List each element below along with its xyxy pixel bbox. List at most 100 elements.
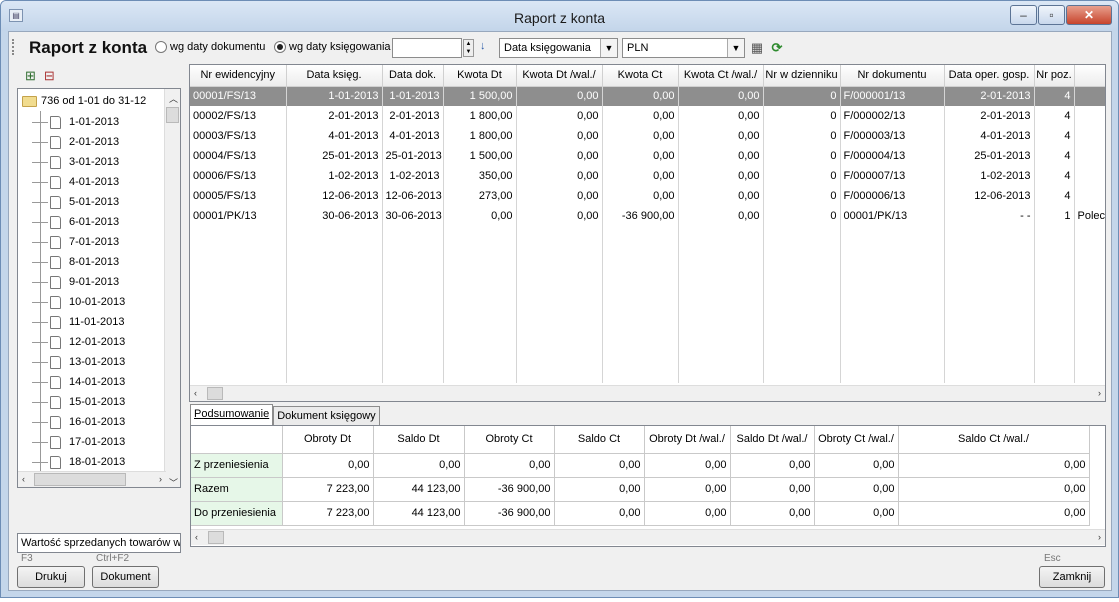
grid-cell[interactable]: 00003/FS/13 bbox=[190, 126, 287, 146]
table-row[interactable]: 00004/FS/13 25-01-2013 25-01-2013 1 500,00 0… bbox=[190, 146, 1105, 166]
grid-cell[interactable]: 12-06-2013 bbox=[944, 186, 1035, 206]
table-row[interactable]: 00003/FS/13 4-01-2013 4-01-2013 1 800,00 0,0… bbox=[190, 126, 1105, 146]
grid-cell[interactable]: 1 800,00 bbox=[443, 126, 517, 146]
tree-item[interactable]: 10-01-2013 bbox=[32, 292, 125, 312]
grid-cell[interactable]: 4 bbox=[1034, 146, 1075, 166]
grid-cell[interactable]: 0,00 bbox=[602, 186, 679, 206]
grid-cell[interactable]: 00005/FS/13 bbox=[190, 186, 287, 206]
grid-cell[interactable]: 0,00 bbox=[678, 86, 764, 106]
grid-cell[interactable]: 1-02-2013 bbox=[382, 166, 444, 186]
grid-cell[interactable]: 1-01-2013 bbox=[382, 86, 444, 106]
grid-cell[interactable]: 0,00 bbox=[678, 106, 764, 126]
tree-item[interactable]: 11-01-2013 bbox=[32, 312, 124, 332]
grid-cell[interactable] bbox=[1074, 126, 1105, 146]
grid-cell[interactable]: 0,00 bbox=[678, 206, 764, 226]
grid-column-header[interactable]: Data oper. gosp. bbox=[944, 65, 1035, 87]
grid-cell[interactable]: 4 bbox=[1034, 126, 1075, 146]
grid-cell[interactable]: 25-01-2013 bbox=[944, 146, 1035, 166]
table-row[interactable]: 00001/PK/13 30-06-2013 30-06-2013 0,00 0,00-… bbox=[190, 206, 1105, 226]
grid-cell[interactable]: F/000006/13 bbox=[840, 186, 945, 206]
grid-cell[interactable]: 0,00 bbox=[602, 146, 679, 166]
grid-cell[interactable]: 0,00 bbox=[602, 86, 679, 106]
currency-select[interactable]: PLN ▼ bbox=[622, 38, 745, 58]
grid-cell[interactable]: 4 bbox=[1034, 86, 1075, 106]
scroll-right-icon[interactable]: › bbox=[159, 474, 162, 484]
grid-cell[interactable]: 30-06-2013 bbox=[382, 206, 444, 226]
grid-column-header[interactable]: Nr poz. bbox=[1034, 65, 1075, 87]
grid-cell[interactable]: 0,00 bbox=[516, 106, 603, 126]
date-input[interactable] bbox=[392, 38, 462, 58]
grid-cell[interactable]: 4-01-2013 bbox=[286, 126, 383, 146]
tab-summary[interactable]: Podsumowanie bbox=[190, 404, 274, 426]
grid-cell[interactable]: 12-06-2013 bbox=[382, 186, 444, 206]
grid-cell[interactable]: 2-01-2013 bbox=[382, 106, 444, 126]
scroll-right-icon[interactable]: › bbox=[1098, 388, 1101, 398]
tree-vertical-scrollbar[interactable]: ︿ ﹀ bbox=[164, 89, 180, 487]
grid-cell[interactable]: 0,00 bbox=[516, 166, 603, 186]
scroll-left-icon[interactable]: ‹ bbox=[194, 388, 197, 398]
grid-cell[interactable]: 0 bbox=[763, 126, 841, 146]
close-button[interactable]: ✕ bbox=[1066, 5, 1112, 25]
grid-cell[interactable]: 0,00 bbox=[678, 126, 764, 146]
grid-cell[interactable]: 1 500,00 bbox=[443, 86, 517, 106]
grid-cell[interactable]: 0 bbox=[763, 206, 841, 226]
grid-cell[interactable]: 0 bbox=[763, 186, 841, 206]
tree-item[interactable]: 8-01-2013 bbox=[32, 252, 119, 272]
sort-icon[interactable]: ↓ bbox=[480, 40, 486, 52]
grid-cell[interactable]: 0,00 bbox=[602, 126, 679, 146]
refresh-icon[interactable]: ⟳ bbox=[769, 41, 785, 55]
tree-item[interactable]: 9-01-2013 bbox=[32, 272, 119, 292]
grid-cell[interactable]: 0 bbox=[763, 146, 841, 166]
table-row[interactable]: 00006/FS/13 1-02-2013 1-02-2013 350,00 0,00 0… bbox=[190, 166, 1105, 186]
grid-cell[interactable]: Polecen bbox=[1074, 206, 1105, 226]
grid-cell[interactable]: 1-02-2013 bbox=[286, 166, 383, 186]
tree-item[interactable]: 12-01-2013 bbox=[32, 332, 125, 352]
radio-circle[interactable] bbox=[155, 41, 167, 53]
tree-item[interactable]: 6-01-2013 bbox=[32, 212, 119, 232]
tree-item[interactable]: 2-01-2013 bbox=[32, 132, 119, 152]
tree-item[interactable]: 1-01-2013 bbox=[32, 112, 119, 132]
grid-cell[interactable]: 00002/FS/13 bbox=[190, 106, 287, 126]
grid-cell[interactable]: 350,00 bbox=[443, 166, 517, 186]
expand-tree-icon[interactable]: ⊞ bbox=[25, 68, 36, 84]
grid-cell[interactable]: 1 500,00 bbox=[443, 146, 517, 166]
grid-cell[interactable]: 00006/FS/13 bbox=[190, 166, 287, 186]
grid-cell[interactable]: 4 bbox=[1034, 166, 1075, 186]
grid-cell[interactable] bbox=[1074, 166, 1105, 186]
account-tree[interactable]: 736 od 1-01 do 31-12 1-01-2013 2-01-2013 3… bbox=[17, 88, 181, 488]
grid-cell[interactable]: 0 bbox=[763, 166, 841, 186]
grid-column-header[interactable]: Kwota Ct /wal./ bbox=[678, 65, 764, 87]
scroll-thumb[interactable] bbox=[207, 387, 223, 400]
grid-cell[interactable]: 273,00 bbox=[443, 186, 517, 206]
tree-item[interactable]: 14-01-2013 bbox=[32, 372, 125, 392]
grid-cell[interactable]: F/000003/13 bbox=[840, 126, 945, 146]
tree-item[interactable]: 13-01-2013 bbox=[32, 352, 125, 372]
grid-horizontal-scrollbar[interactable]: ‹ › bbox=[190, 385, 1105, 401]
table-row[interactable]: 00005/FS/13 12-06-2013 12-06-2013 273,00 0,0… bbox=[190, 186, 1105, 206]
grid-cell[interactable]: 4 bbox=[1034, 106, 1075, 126]
title-bar[interactable]: ▤ Raport z konta ‒ ▫ ✕ bbox=[1, 1, 1118, 31]
grid-cell[interactable]: 0,00 bbox=[516, 126, 603, 146]
tree-item[interactable]: 3-01-2013 bbox=[32, 152, 119, 172]
grid-cell[interactable]: 00001/PK/13 bbox=[840, 206, 945, 226]
entries-grid[interactable]: Nr ewidencyjny Data księg. Data dok. Kwota … bbox=[189, 64, 1106, 402]
grid-cell[interactable]: 00001/PK/13 bbox=[190, 206, 287, 226]
toolbar-grip[interactable] bbox=[12, 39, 15, 55]
grid-column-header[interactable]: Nr w dzienniku bbox=[763, 65, 841, 87]
date-spinner[interactable]: ▲ ▼ bbox=[463, 39, 474, 57]
chevron-down-icon[interactable]: ▼ bbox=[727, 39, 744, 57]
grid-cell[interactable]: 0,00 bbox=[602, 166, 679, 186]
grid-cell[interactable]: - - bbox=[944, 206, 1035, 226]
minimize-button[interactable]: ‒ bbox=[1010, 5, 1037, 25]
tree-root[interactable]: 736 od 1-01 do 31-12 bbox=[22, 92, 146, 110]
grid-cell[interactable]: 4-01-2013 bbox=[382, 126, 444, 146]
grid-column-header[interactable]: Kwota Ct bbox=[602, 65, 679, 87]
table-row[interactable]: 00002/FS/13 2-01-2013 2-01-2013 1 800,00 0,0… bbox=[190, 106, 1105, 126]
grid-cell[interactable]: 0,00 bbox=[516, 206, 603, 226]
grid-cell[interactable]: 0,00 bbox=[602, 106, 679, 126]
grid-column-header[interactable]: Data dok. bbox=[382, 65, 444, 87]
grid-cell[interactable]: 12-06-2013 bbox=[286, 186, 383, 206]
tab-accounting-document[interactable]: Dokument księgowy bbox=[273, 406, 380, 426]
grid-cell[interactable] bbox=[1074, 86, 1105, 106]
tree-item[interactable]: 5-01-2013 bbox=[32, 192, 119, 212]
